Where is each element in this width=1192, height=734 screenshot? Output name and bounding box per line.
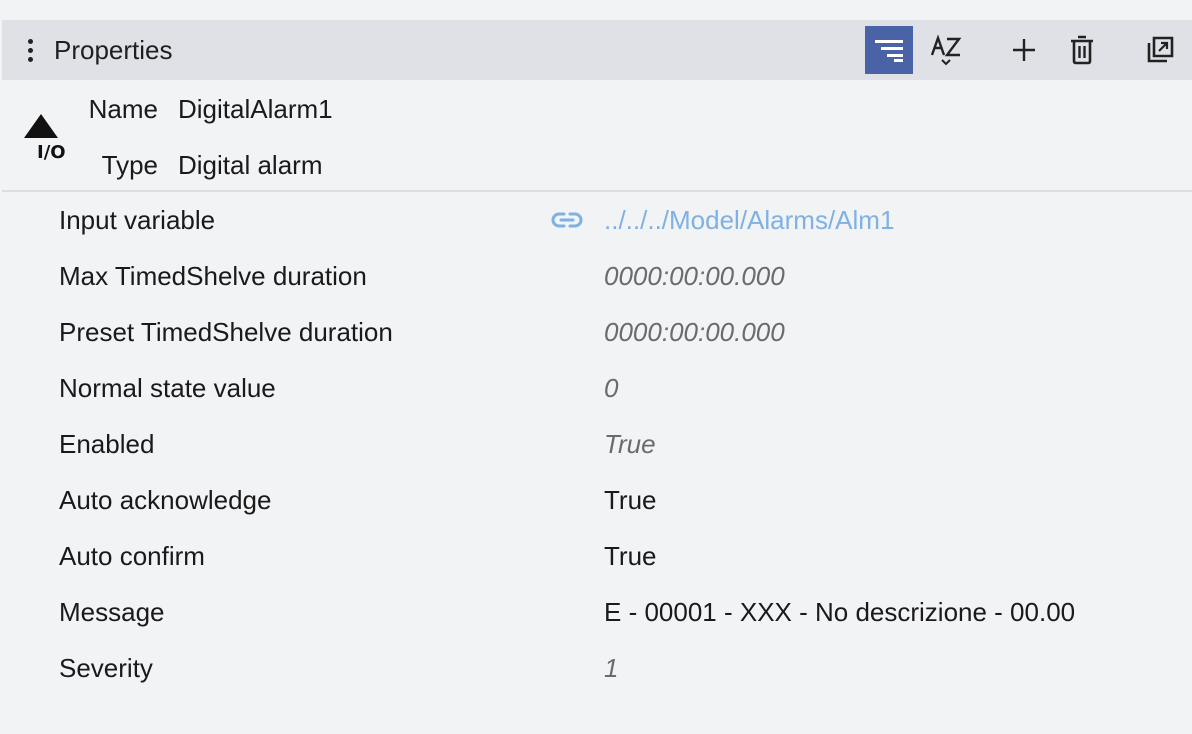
property-label: Normal state value <box>59 372 276 403</box>
property-value[interactable]: True <box>604 541 657 572</box>
property-value[interactable]: 0 <box>604 373 618 404</box>
more-options-icon[interactable] <box>18 30 42 70</box>
property-row-input-variable[interactable]: Input variable ../../../Model/Alarms/Alm… <box>2 192 1192 248</box>
name-row: Name DigitalAlarm1 <box>2 94 333 125</box>
type-row: Type Digital alarm <box>2 150 323 181</box>
property-label: Severity <box>59 652 153 683</box>
property-value[interactable]: E - 00001 - XXX - No descrizione - 00.00 <box>604 597 1075 628</box>
property-row[interactable]: Preset TimedShelve duration 0000:00:00.0… <box>2 304 1192 360</box>
filter-sort-button[interactable] <box>865 26 913 74</box>
property-label: Auto acknowledge <box>59 484 272 515</box>
property-label: Preset TimedShelve duration <box>59 316 393 347</box>
property-row[interactable]: Severity 1 <box>2 640 1192 696</box>
name-label: Name <box>88 94 158 124</box>
panel-title: Properties <box>54 34 173 65</box>
property-value-link[interactable]: ../../../Model/Alarms/Alm1 <box>604 205 894 236</box>
open-external-button[interactable] <box>1136 26 1184 74</box>
property-label: Input variable <box>59 204 216 235</box>
trash-icon <box>1071 35 1093 65</box>
properties-panel: Properties I/O Name DigitalAlarm1 Type D… <box>2 20 1192 734</box>
object-identity: I/O Name DigitalAlarm1 Type Digital alar… <box>2 80 1192 192</box>
property-row[interactable]: Message E - 00001 - XXX - No descrizione… <box>2 584 1192 640</box>
property-value[interactable]: 1 <box>604 653 618 684</box>
property-row[interactable]: Normal state value 0 <box>2 360 1192 416</box>
link-icon[interactable] <box>550 207 584 233</box>
property-value[interactable]: 0000:00:00.000 <box>604 261 785 292</box>
alpha-sort-button[interactable] <box>922 26 970 74</box>
az-sort-icon <box>930 34 962 66</box>
property-label: Max TimedShelve duration <box>59 260 367 291</box>
property-row[interactable]: Auto confirm True <box>2 528 1192 584</box>
filter-lines-icon <box>875 40 903 62</box>
property-value[interactable]: 0000:00:00.000 <box>604 317 785 348</box>
delete-button[interactable] <box>1058 26 1106 74</box>
property-value[interactable]: True <box>604 429 656 460</box>
type-value: Digital alarm <box>178 150 323 180</box>
property-row[interactable]: Enabled True <box>2 416 1192 472</box>
property-label: Message <box>59 596 165 627</box>
plus-icon <box>1013 39 1035 61</box>
add-button[interactable] <box>1000 26 1048 74</box>
property-row[interactable]: Auto acknowledge True <box>2 472 1192 528</box>
property-value[interactable]: True <box>604 485 657 516</box>
name-value[interactable]: DigitalAlarm1 <box>178 94 333 125</box>
property-label: Auto confirm <box>59 540 205 571</box>
type-label: Type <box>101 150 158 180</box>
open-external-icon <box>1147 36 1174 63</box>
property-label: Enabled <box>59 428 155 459</box>
property-row[interactable]: Max TimedShelve duration 0000:00:00.000 <box>2 248 1192 304</box>
panel-header: Properties <box>2 20 1192 80</box>
